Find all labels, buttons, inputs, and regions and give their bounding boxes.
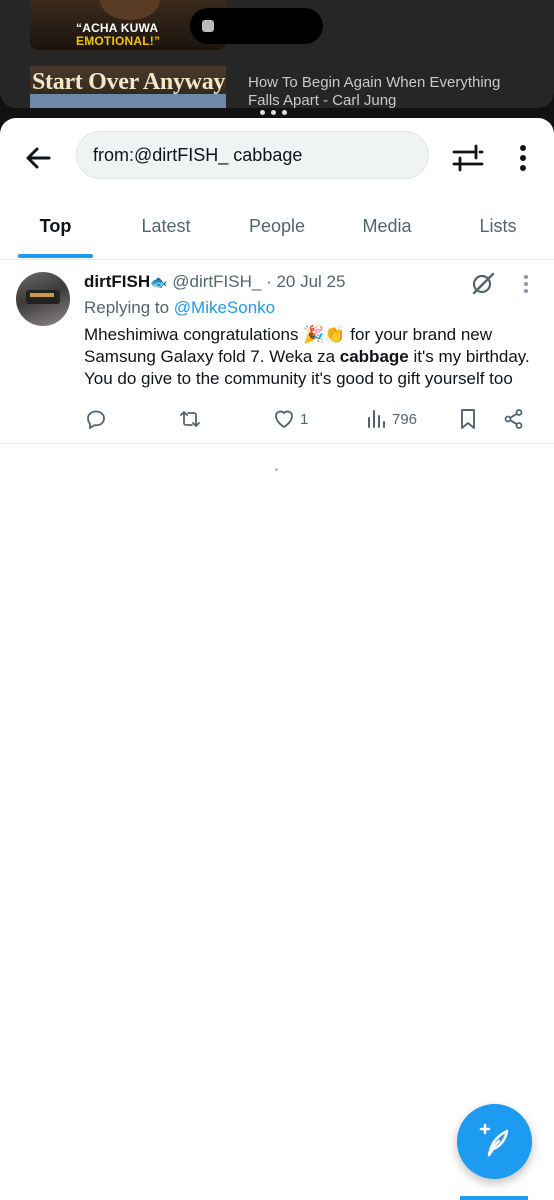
tab-top[interactable]: Top <box>18 194 93 258</box>
thumbnail-image <box>30 94 226 108</box>
tweet[interactable]: dirtFISH🐟 @dirtFISH_ · 20 Jul 25 Replyin… <box>0 260 554 444</box>
tab-media[interactable]: Media <box>346 194 428 258</box>
views-count: 796 <box>392 410 418 428</box>
tweet-text: Mheshimiwa congratulations 🎉👏 for your b… <box>84 324 540 390</box>
replying-to-link[interactable]: @MikeSonko <box>174 298 275 317</box>
thumbnail-caption-line2: EMOTIONAL!” <box>76 34 161 48</box>
active-tab-indicator <box>18 254 93 258</box>
views-chart-icon <box>368 410 385 428</box>
more-options-icon[interactable] <box>510 140 536 176</box>
retweet-button[interactable] <box>178 404 202 434</box>
tab-lists[interactable]: Lists <box>464 194 532 258</box>
loading-indicator <box>275 468 278 471</box>
like-count: 1 <box>300 410 309 428</box>
reply-button[interactable] <box>84 404 108 434</box>
heart-icon <box>275 410 293 428</box>
search-sheet: Top Latest People Media Lists dirtFISH🐟 … <box>0 118 554 1200</box>
media-control-pill[interactable] <box>190 8 323 44</box>
share-button[interactable] <box>502 404 526 434</box>
bookmark-button[interactable] <box>456 404 480 434</box>
handle[interactable]: @dirtFISH_ <box>172 272 261 291</box>
back-arrow-icon[interactable] <box>22 142 54 174</box>
tweet-actions: 1 796 <box>84 404 544 436</box>
replying-to-label: Replying to <box>84 298 174 317</box>
more-dots[interactable] <box>260 110 287 115</box>
share-icon <box>504 409 523 429</box>
retweet-icon <box>180 411 200 427</box>
grok-icon[interactable] <box>470 270 496 296</box>
video-title[interactable]: How To Begin Again When Everything Falls… <box>248 74 528 110</box>
search-input[interactable] <box>93 142 413 168</box>
reply-icon <box>87 410 105 429</box>
search-tabs: Top Latest People Media Lists <box>0 194 554 260</box>
thumbnail-caption: “ACHA KUWA EMOTIONAL!” <box>76 22 206 48</box>
bookmark-icon <box>461 409 475 429</box>
name-emoji: 🐟 <box>150 274 168 290</box>
compose-post-button[interactable] <box>457 1104 532 1179</box>
search-box[interactable] <box>76 131 429 179</box>
display-name[interactable]: dirtFISH <box>84 272 150 291</box>
thumbnail-person <box>100 0 160 20</box>
tweet-date[interactable]: · 20 Jul 25 <box>266 272 345 291</box>
video-thumbnail-2[interactable]: Start Over Anyway <box>30 66 226 108</box>
compose-feather-icon <box>479 1123 509 1157</box>
thumbnail-title: Start Over Anyway <box>32 69 226 95</box>
play-icon <box>202 20 214 32</box>
tab-latest[interactable]: Latest <box>122 194 210 258</box>
tab-people[interactable]: People <box>234 194 320 258</box>
avatar[interactable] <box>16 272 70 326</box>
filter-sliders-icon[interactable] <box>450 140 486 176</box>
views-button[interactable]: 796 <box>364 404 417 434</box>
background-video-card: “ACHA KUWA EMOTIONAL!” Start Over Anyway… <box>0 0 554 110</box>
tweet-text-highlight: cabbage <box>339 347 409 366</box>
replying-to: Replying to @MikeSonko <box>84 298 275 318</box>
bottom-nav-indicator <box>460 1196 528 1200</box>
search-header <box>0 130 554 186</box>
like-button[interactable]: 1 <box>272 404 308 434</box>
tweet-header: dirtFISH🐟 @dirtFISH_ · 20 Jul 25 <box>84 272 345 292</box>
tweet-more-icon[interactable] <box>518 274 534 294</box>
